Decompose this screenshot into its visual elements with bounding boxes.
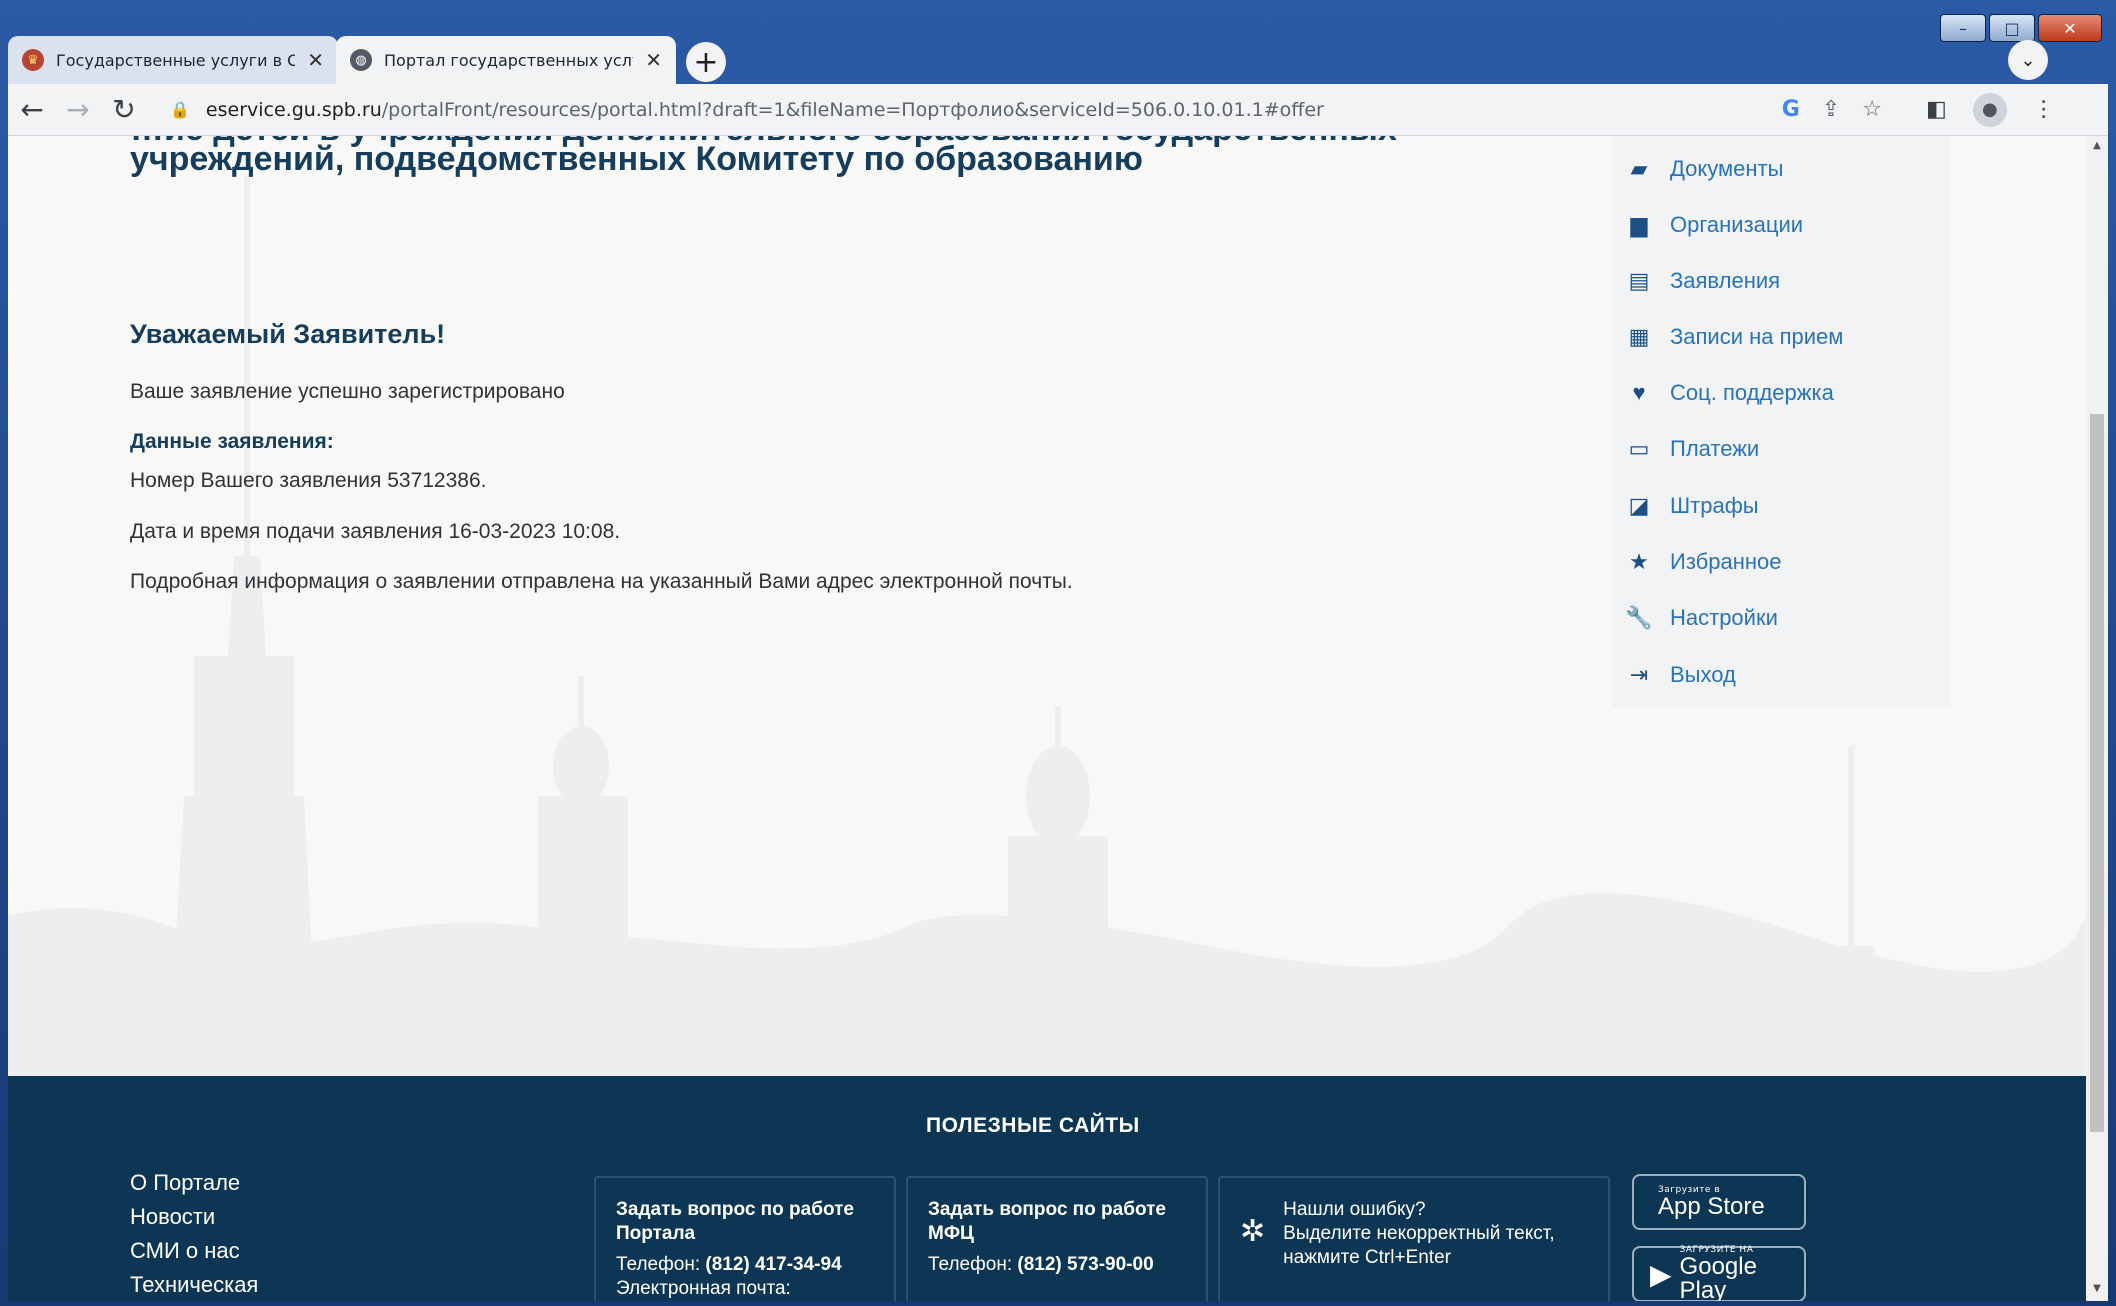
- menu-item-organizations[interactable]: ▆ Организации: [1626, 212, 1804, 238]
- url-path: /portalFront/resources/portal.html?draft…: [381, 98, 1324, 121]
- forward-arrow-icon[interactable]: →: [56, 88, 100, 132]
- tab-title: Государственные услуги в Санкт: [56, 50, 296, 70]
- footer-link-technical[interactable]: Техническая: [130, 1268, 258, 1301]
- footer-link-media[interactable]: СМИ о нас: [130, 1234, 258, 1268]
- menu-item-applications[interactable]: ▤ Заявления: [1626, 268, 1780, 294]
- portal-phone: Телефон: (812) 417-34-94: [616, 1254, 874, 1276]
- footer-link-about[interactable]: О Портале: [130, 1166, 258, 1200]
- menu-label: Платежи: [1670, 436, 1760, 461]
- tab-search-button[interactable]: ⌄: [2008, 40, 2048, 80]
- useful-sites-title: ПОЛЕЗНЫЕ САЙТЫ: [926, 1114, 1140, 1137]
- mfc-phone: Телефон: (812) 573-90-00: [928, 1254, 1186, 1276]
- menu-label: Организации: [1670, 212, 1804, 237]
- mfc-support-box: Задать вопрос по работе МФЦ Телефон: (81…: [906, 1176, 1208, 1301]
- menu-item-settings[interactable]: 🔧 Настройки: [1625, 605, 1778, 631]
- application-info: Подробная информация о заявлении отправл…: [130, 570, 1073, 593]
- tab-title: Портал государственных услуг: [384, 50, 634, 70]
- google-play-icon: ▶: [1650, 1257, 1672, 1291]
- page-content: …ие детей в учреждения дополнительного о…: [8, 136, 2086, 1301]
- phone-label: Телефон:: [616, 1254, 701, 1275]
- error-line-1: Нашли ошибку?: [1283, 1199, 1426, 1220]
- lock-icon[interactable]: 🔒: [170, 100, 190, 119]
- menu-label: Избранное: [1670, 549, 1782, 574]
- share-icon[interactable]: ⇪: [1822, 97, 1840, 122]
- google-play-button[interactable]: ▶ ЗАГРУЗИТЕ НА Google Play: [1632, 1245, 1806, 1302]
- reload-icon[interactable]: ↻: [102, 88, 146, 132]
- profile-avatar-icon[interactable]: ●: [1972, 92, 2007, 127]
- new-tab-button[interactable]: +: [686, 42, 726, 82]
- sticky-note-icon: ◪: [1628, 493, 1650, 518]
- menu-item-fines[interactable]: ◪ Штрафы: [1626, 493, 1759, 519]
- page-heading: учреждений, подведомственных Комитету по…: [130, 140, 1143, 178]
- credit-card-icon: ▭: [1628, 436, 1650, 461]
- scroll-down-icon[interactable]: ▼: [2090, 1283, 2104, 1297]
- menu-item-logout[interactable]: ⇥ Выход: [1626, 662, 1736, 688]
- scroll-up-icon[interactable]: ▲: [2090, 140, 2104, 154]
- calendar-icon: ▦: [1628, 324, 1650, 349]
- report-error-text: Нашли ошибку? Выделите некорректный текс…: [1283, 1198, 1554, 1294]
- file-icon: ▤: [1628, 268, 1650, 293]
- success-message: Ваше заявление успешно зарегистрировано: [130, 380, 565, 403]
- menu-label: Документы: [1670, 156, 1784, 181]
- scroll-thumb[interactable]: [2090, 414, 2104, 1132]
- tab-gosuslugi[interactable]: ♛ Государственные услуги в Санкт ✕: [8, 36, 338, 84]
- menu-label: Штрафы: [1670, 493, 1759, 518]
- report-error-box: ✲ Нашли ошибку? Выделите некорректный те…: [1218, 1176, 1610, 1301]
- menu-label: Записи на прием: [1670, 324, 1844, 349]
- phone-number[interactable]: (812) 417-34-94: [705, 1254, 841, 1275]
- application-number: Номер Вашего заявления 53712386.: [130, 469, 487, 492]
- book-icon: ▰: [1630, 156, 1648, 181]
- close-tab-icon[interactable]: ✕: [307, 48, 324, 72]
- portal-support-title: Задать вопрос по работе Портала: [616, 1199, 854, 1244]
- portal-email-label: Электронная почта:: [616, 1278, 791, 1299]
- bug-search-icon: ✲: [1240, 1215, 1266, 1248]
- mfc-support-title: Задать вопрос по работе МФЦ: [928, 1199, 1166, 1244]
- google-translate-icon[interactable]: G: [1782, 97, 1800, 122]
- tab-portal[interactable]: ◍ Портал государственных услуг ✕: [336, 36, 676, 84]
- phone-number[interactable]: (812) 573-90-00: [1017, 1254, 1153, 1275]
- building-icon: ▆: [1630, 212, 1648, 237]
- error-line-2: Выделите некорректный текст,: [1283, 1223, 1555, 1244]
- greeting-heading: Уважаемый Заявитель!: [130, 319, 446, 349]
- application-datetime: Дата и время подачи заявления 16-03-2023…: [130, 520, 621, 543]
- menu-item-favorites[interactable]: ★ Избранное: [1626, 549, 1782, 575]
- portal-support-box: Задать вопрос по работе Портала Телефон:…: [594, 1176, 896, 1301]
- footer-link-news[interactable]: Новости: [130, 1200, 258, 1234]
- tab-strip: ♛ Государственные услуги в Санкт ✕ ◍ Пор…: [8, 34, 2108, 84]
- sign-out-icon: ⇥: [1629, 662, 1649, 687]
- app-store-button[interactable]: Загрузите в App Store: [1632, 1174, 1806, 1230]
- menu-item-documents[interactable]: ▰ Документы: [1626, 156, 1784, 182]
- browser-toolbar: ← → ↻ 🔒 eservice.gu.spb.ru/portalFront/r…: [8, 84, 2108, 136]
- phone-label: Телефон:: [928, 1254, 1013, 1275]
- menu-label: Заявления: [1670, 268, 1781, 293]
- menu-kebab-icon[interactable]: ⋮: [2033, 97, 2055, 122]
- app-store-label: App Store: [1658, 1193, 1765, 1220]
- footer-links: О Портале Новости СМИ о нас Техническая: [130, 1166, 258, 1301]
- menu-label: Настройки: [1670, 605, 1778, 630]
- side-menu: ▰ Документы ▆ Организации ▤ Заявления ▦ …: [1612, 136, 1950, 708]
- menu-item-payments[interactable]: ▭ Платежи: [1626, 436, 1760, 462]
- coat-of-arms-icon: ♛: [22, 49, 44, 71]
- menu-label: Соц. поддержка: [1670, 380, 1834, 405]
- close-tab-icon[interactable]: ✕: [645, 48, 662, 72]
- globe-icon: ◍: [350, 49, 372, 71]
- menu-item-appointments[interactable]: ▦ Записи на прием: [1626, 324, 1844, 350]
- wrench-icon: 🔧: [1625, 605, 1653, 630]
- side-panel-icon[interactable]: ◧: [1926, 97, 1947, 122]
- bookmark-star-icon[interactable]: ☆: [1862, 97, 1882, 122]
- star-icon: ★: [1629, 549, 1649, 574]
- application-data-label: Данные заявления:: [130, 430, 334, 453]
- menu-label: Выход: [1670, 662, 1736, 687]
- error-line-3: нажмите Ctrl+Enter: [1283, 1247, 1451, 1268]
- url-host: eservice.gu.spb.ru: [205, 98, 382, 121]
- back-arrow-icon[interactable]: ←: [10, 88, 54, 132]
- google-play-label: Google Play: [1679, 1253, 1757, 1302]
- menu-item-social-support[interactable]: ♥ Соц. поддержка: [1626, 380, 1834, 406]
- page-scrollbar[interactable]: ▲ ▼: [2086, 136, 2108, 1301]
- footer: ПОЛЕЗНЫЕ САЙТЫ О Портале Новости СМИ о н…: [8, 1076, 2086, 1301]
- heart-icon: ♥: [1632, 380, 1646, 405]
- address-bar[interactable]: 🔒 eservice.gu.spb.ru/portalFront/resourc…: [156, 89, 1896, 130]
